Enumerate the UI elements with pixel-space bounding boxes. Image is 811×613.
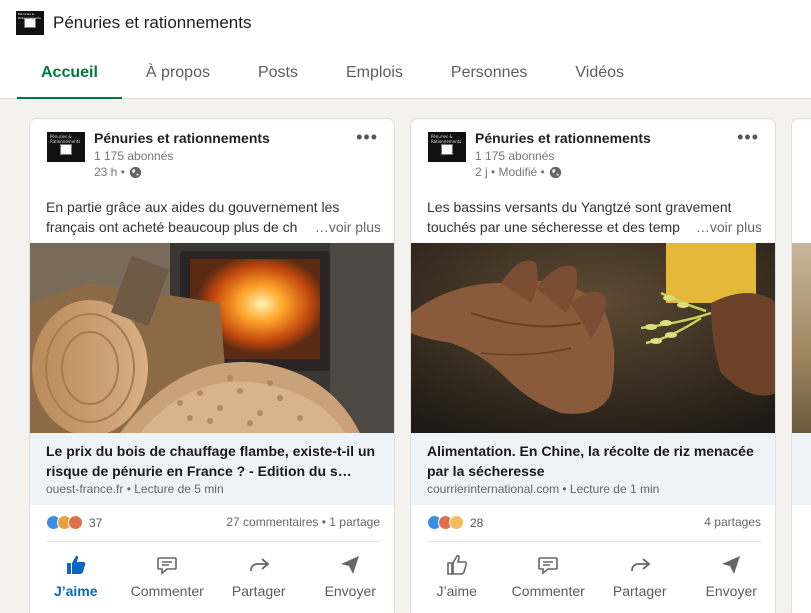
social-counts: 37 27 commentaires • 1 partage bbox=[46, 511, 380, 533]
share-button[interactable]: Partager bbox=[216, 549, 302, 609]
share-label: Partager bbox=[231, 583, 286, 599]
logo-text: Pénuries & Rationnements bbox=[18, 12, 41, 20]
post-text-line: français ont acheté beaucoup plus de ch …… bbox=[46, 217, 380, 237]
reactions-summary[interactable]: 28 bbox=[427, 515, 483, 530]
share-button[interactable]: Partager bbox=[597, 549, 683, 609]
post-card: Pénuries & Rationnements Pénuries et rat… bbox=[410, 118, 776, 613]
author-avatar[interactable]: Pénuries & Rationnements bbox=[428, 132, 466, 162]
follower-count: 1 175 abonnés bbox=[94, 149, 174, 163]
logo-emblem bbox=[441, 144, 453, 155]
reaction-count: 37 bbox=[89, 515, 103, 530]
article-title[interactable]: Le prix du bois de chauffage flambe, exi… bbox=[46, 441, 380, 481]
article-link[interactable]: Alimentation. En Chine, la récolte de ri… bbox=[411, 433, 775, 505]
follower-count: 1 175 abonnés bbox=[475, 149, 555, 163]
article-meta: ouest-france.fr • Lecture de 5 min bbox=[46, 482, 224, 496]
see-more-link[interactable]: …voir plus bbox=[689, 217, 761, 237]
post-text-fragment: touchés par une sécheresse et des temp bbox=[427, 219, 680, 235]
comment-button[interactable]: Commenter bbox=[124, 549, 210, 609]
tab-posts[interactable]: Posts bbox=[234, 56, 322, 98]
send-button[interactable]: Envoyer bbox=[307, 549, 393, 609]
comment-label: Commenter bbox=[511, 583, 585, 599]
tab-emplois[interactable]: Emplois bbox=[322, 56, 427, 98]
post-text-line: touchés par une sécheresse et des temp …v… bbox=[427, 217, 761, 237]
post-text: En partie grâce aux aides du gouvernemen… bbox=[46, 197, 380, 237]
author-avatar[interactable]: Pénuries & Rationnements bbox=[47, 132, 85, 162]
shares-count[interactable]: 4 partages bbox=[704, 515, 761, 529]
send-label: Envoyer bbox=[705, 583, 757, 599]
thumbs-up-icon bbox=[66, 555, 86, 574]
divider bbox=[46, 541, 380, 542]
post-text-fragment: français ont acheté beaucoup plus de ch bbox=[46, 219, 298, 235]
company-logo[interactable]: Pénuries & Rationnements bbox=[16, 11, 44, 35]
tab-accueil[interactable]: Accueil bbox=[17, 56, 122, 99]
love-reaction-icon bbox=[68, 515, 83, 530]
divider bbox=[427, 541, 761, 542]
article-link[interactable]: Le prix du bois de chauffage flambe, exi… bbox=[30, 433, 394, 505]
comments-shares-count[interactable]: 27 commentaires • 1 partage bbox=[226, 515, 380, 529]
firewood-pellets-image[interactable] bbox=[30, 243, 394, 433]
reaction-count: 28 bbox=[470, 515, 484, 530]
send-button[interactable]: Envoyer bbox=[688, 549, 774, 609]
author-name[interactable]: Pénuries et rationnements bbox=[94, 130, 270, 146]
logo-text: Pénuries & Rationnements bbox=[50, 134, 81, 144]
comment-icon bbox=[157, 557, 178, 575]
article-link-partial[interactable] bbox=[792, 433, 811, 505]
page-header: Pénuries & Rationnements Pénuries et rat… bbox=[0, 0, 811, 99]
share-arrow-icon bbox=[630, 558, 651, 572]
more-options-icon[interactable]: ••• bbox=[356, 127, 378, 148]
post-actions: J’aime Commenter Partager Envoyer bbox=[411, 549, 775, 609]
send-icon bbox=[722, 556, 741, 574]
like-label: J’aime bbox=[436, 583, 477, 599]
globe-icon bbox=[549, 166, 561, 178]
hands-rice-illustration bbox=[411, 243, 775, 433]
post-text-line: Les bassins versants du Yangtzé sont gra… bbox=[427, 199, 732, 215]
tab-personnes[interactable]: Personnes bbox=[427, 56, 552, 98]
like-button[interactable]: J’aime bbox=[33, 549, 119, 609]
see-more-link[interactable]: …voir plus bbox=[308, 217, 380, 237]
share-arrow-icon bbox=[249, 558, 270, 572]
page-title[interactable]: Pénuries et rationnements bbox=[53, 13, 251, 33]
thumbs-up-icon bbox=[446, 554, 467, 575]
post-actions: J’aime Commenter Partager Envoyer bbox=[30, 549, 394, 609]
post-time-text: 23 h • bbox=[94, 165, 125, 179]
comment-icon bbox=[538, 557, 559, 575]
logo-emblem bbox=[60, 144, 72, 155]
article-title[interactable]: Alimentation. En Chine, la récolte de ri… bbox=[427, 441, 761, 481]
post-text: Les bassins versants du Yangtzé sont gra… bbox=[427, 197, 761, 237]
globe-icon bbox=[129, 166, 142, 178]
logo-text: Pénuries & Rationnements bbox=[431, 134, 462, 144]
insightful-reaction-icon bbox=[449, 515, 464, 530]
author-name[interactable]: Pénuries et rationnements bbox=[475, 130, 651, 146]
post-timestamp: 23 h • bbox=[94, 165, 142, 179]
post-card-partial bbox=[791, 118, 811, 613]
post-text-line: En partie grâce aux aides du gouvernemen… bbox=[46, 199, 340, 215]
like-label: J’aime bbox=[53, 583, 98, 599]
post-image-partial[interactable] bbox=[792, 243, 811, 433]
comment-button[interactable]: Commenter bbox=[505, 549, 591, 609]
post-timestamp: 2 j • Modifié • bbox=[475, 165, 562, 179]
more-options-icon[interactable]: ••• bbox=[737, 127, 759, 148]
firewood-pellets-illustration bbox=[30, 243, 394, 433]
post-time-text: 2 j • Modifié • bbox=[475, 165, 545, 179]
tab-videos[interactable]: Vidéos bbox=[551, 56, 648, 98]
tab-a-propos[interactable]: À propos bbox=[122, 56, 234, 98]
reactions-summary[interactable]: 37 bbox=[46, 515, 102, 530]
send-icon bbox=[341, 556, 360, 574]
send-label: Envoyer bbox=[324, 583, 376, 599]
like-button[interactable]: J’aime bbox=[414, 549, 500, 609]
comment-label: Commenter bbox=[130, 583, 204, 599]
post-card: Pénuries & Rationnements Pénuries et rat… bbox=[29, 118, 395, 613]
article-meta: courrierinternational.com • Lecture de 1… bbox=[427, 482, 660, 496]
social-counts: 28 4 partages bbox=[427, 511, 761, 533]
page-tabs: Accueil À propos Posts Emplois Personnes… bbox=[17, 56, 648, 99]
hands-rice-image[interactable] bbox=[411, 243, 775, 433]
share-label: Partager bbox=[612, 583, 667, 599]
